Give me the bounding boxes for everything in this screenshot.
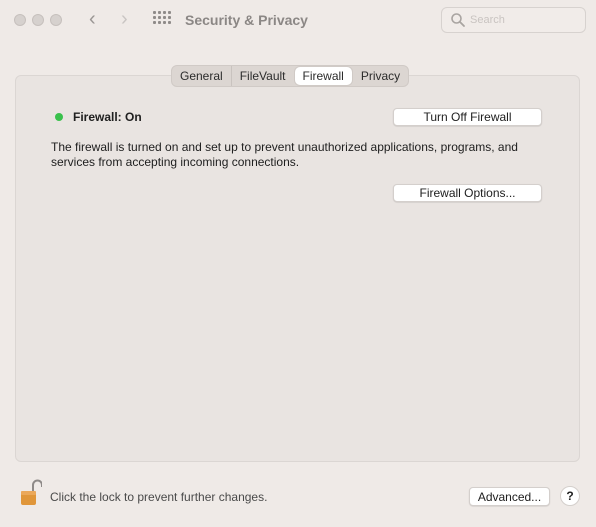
firewall-options-button[interactable]: Firewall Options... (393, 184, 542, 202)
lock-icon[interactable] (20, 479, 42, 507)
help-button[interactable]: ? (560, 486, 580, 506)
turn-off-firewall-button[interactable]: Turn Off Firewall (393, 108, 542, 126)
firewall-status: Firewall: On (73, 110, 142, 124)
search-icon (451, 13, 465, 27)
back-button[interactable]: ‹ (89, 9, 96, 29)
tab-firewall[interactable]: Firewall (294, 67, 352, 85)
forward-button[interactable]: › (121, 9, 128, 29)
tab-general[interactable]: General (172, 66, 232, 86)
firewall-description: The firewall is turned on and set up to … (51, 140, 518, 169)
tab-filevault[interactable]: FileVault (232, 66, 294, 86)
tab-privacy[interactable]: Privacy (353, 66, 408, 86)
lock-message: Click the lock to prevent further change… (50, 490, 268, 504)
window-title: Security & Privacy (185, 12, 308, 28)
firewall-panel (15, 75, 580, 462)
security-privacy-window: ‹ › Security & Privacy Search General Fi… (0, 0, 596, 527)
firewall-status-indicator (55, 113, 63, 121)
advanced-button[interactable]: Advanced... (469, 487, 550, 506)
tab-bar: General FileVault Firewall Privacy (171, 65, 410, 87)
search-placeholder: Search (470, 14, 505, 26)
show-all-grid-icon[interactable] (153, 11, 173, 29)
minimize-window-button[interactable] (32, 14, 44, 26)
titlebar: ‹ › Security & Privacy Search (0, 0, 596, 42)
close-window-button[interactable] (14, 14, 26, 26)
zoom-window-button[interactable] (50, 14, 62, 26)
search-field[interactable]: Search (441, 7, 586, 33)
